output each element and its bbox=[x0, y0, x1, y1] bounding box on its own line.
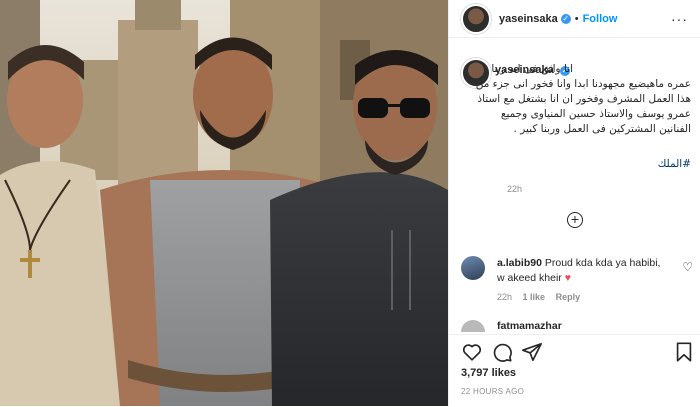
post-timestamp[interactable]: 22 HOURS AGO bbox=[461, 387, 524, 396]
caption-hashtag[interactable]: #الملك bbox=[658, 158, 691, 170]
comment-like-heart-icon[interactable]: ♡ bbox=[682, 260, 693, 274]
follow-button[interactable]: Follow bbox=[583, 13, 618, 25]
post-image[interactable] bbox=[0, 0, 448, 406]
post-photo bbox=[0, 0, 448, 406]
likes-count[interactable]: 3,797 likes bbox=[461, 367, 516, 379]
comment-item: fatmamazhar bbox=[461, 320, 693, 332]
post-side-panel: yaseinsaka ✓ • Follow ··· yaseinsaka ✓ ا… bbox=[448, 0, 700, 407]
share-icon[interactable] bbox=[521, 341, 543, 363]
comment-body: a.labib90 Proud kda kda ya habibi, w ake… bbox=[497, 256, 667, 286]
author-avatar[interactable] bbox=[461, 3, 491, 34]
heart-icon[interactable] bbox=[461, 341, 483, 363]
comment-username[interactable]: a.labib90 bbox=[497, 257, 542, 269]
comment-meta: 22h 1 like Reply bbox=[497, 292, 588, 302]
more-options-icon[interactable]: ··· bbox=[671, 11, 688, 27]
post-header: yaseinsaka ✓ • Follow ··· bbox=[449, 0, 700, 38]
bookmark-icon[interactable] bbox=[673, 341, 695, 363]
comment-icon[interactable] bbox=[491, 341, 513, 363]
post-actions: 3,797 likes 22 HOURS AGO bbox=[449, 334, 700, 407]
comment-reply-button[interactable]: Reply bbox=[556, 292, 581, 302]
separator-dot: • bbox=[574, 12, 579, 25]
verified-badge-icon: ✓ bbox=[560, 13, 571, 24]
caption-timestamp[interactable]: 22h bbox=[507, 184, 522, 194]
comment-timestamp[interactable]: 22h bbox=[497, 292, 512, 302]
comment-likes-count[interactable]: 1 like bbox=[523, 292, 546, 302]
load-more-comments-button[interactable]: + bbox=[567, 212, 583, 228]
comment-avatar[interactable] bbox=[461, 320, 485, 332]
comment-username[interactable]: fatmamazhar bbox=[497, 320, 562, 332]
heart-emoji: ♥ bbox=[564, 272, 571, 284]
caption-text: انا واثق فى انه ربنا عمره ماهيضيع مجهودن… bbox=[475, 63, 691, 135]
comment-avatar[interactable] bbox=[461, 256, 485, 280]
author-username[interactable]: yaseinsaka bbox=[499, 13, 558, 25]
